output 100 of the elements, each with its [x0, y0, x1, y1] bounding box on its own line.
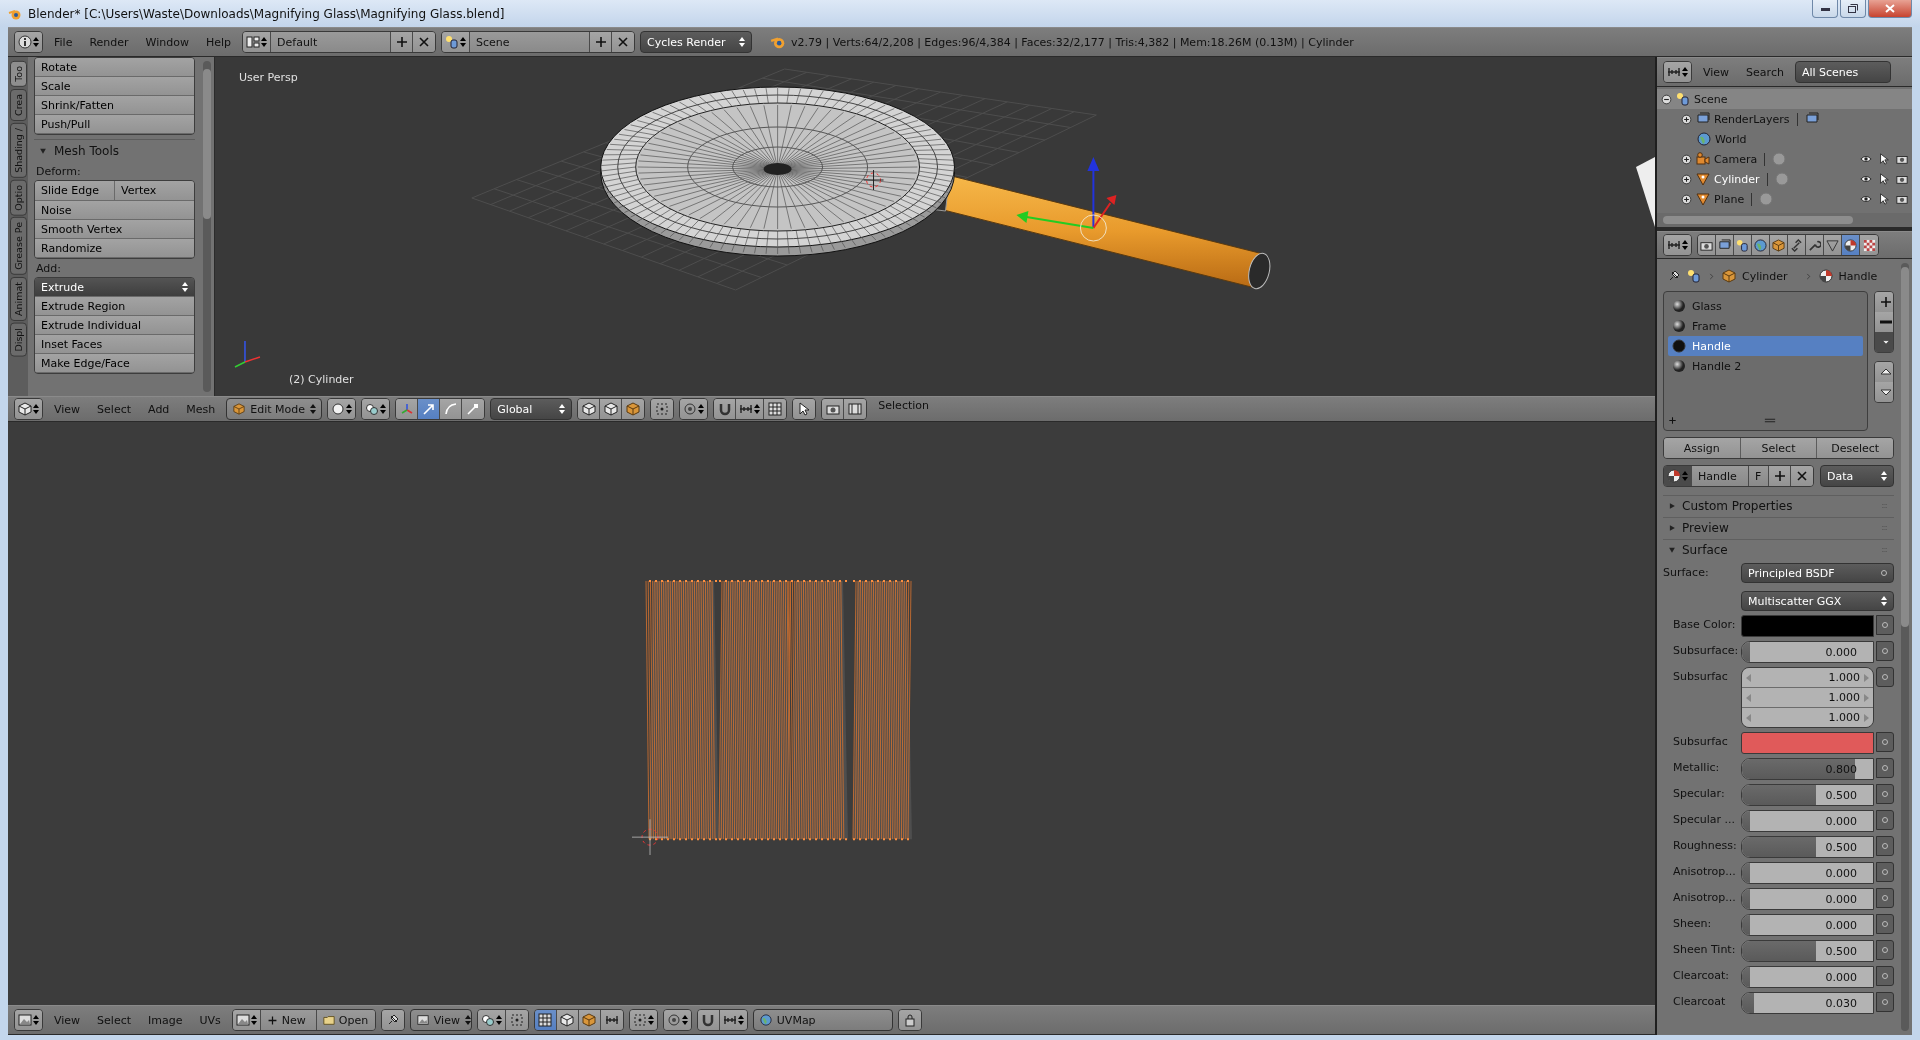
menu-item[interactable]: UVs	[193, 1010, 227, 1030]
tool-button[interactable]: Rotate	[35, 58, 194, 77]
tool-button[interactable]: Extrude Region	[35, 297, 194, 316]
value-slider[interactable]: 0.000	[1741, 641, 1874, 663]
menu-item[interactable]: View	[1697, 62, 1736, 82]
material-slot[interactable]: Frame	[1668, 316, 1863, 336]
outliner-row[interactable]: RenderLayers	[1657, 109, 1912, 129]
value-slider[interactable]: 0.000	[1741, 862, 1874, 884]
tool-button[interactable]: Shrink/Fatten	[35, 96, 194, 115]
panel-header[interactable]: Mesh Tools	[34, 139, 195, 162]
input-label: Subsurfac	[1672, 669, 1729, 685]
number-field[interactable]: 1.000	[1742, 708, 1873, 727]
menu-item[interactable]: Image	[142, 1010, 189, 1030]
input-label: Roughness:	[1672, 838, 1738, 854]
breadcrumb-label: Handle	[1838, 269, 1878, 283]
menu-item[interactable]: Help	[199, 32, 238, 52]
render-engine-dropdown[interactable]: Cycles Render	[640, 31, 753, 53]
value-slider[interactable]: 0.000	[1741, 888, 1874, 910]
value-slider[interactable]: 0.000	[1741, 914, 1874, 936]
panel-header[interactable]: Custom Properties	[1663, 495, 1894, 515]
view-mode-dropdown[interactable]: View	[409, 1009, 472, 1031]
menu-item[interactable]: Select	[91, 1010, 138, 1030]
value-slider[interactable]: 0.000	[1741, 810, 1874, 832]
panel-header[interactable]: Surface	[1663, 539, 1894, 559]
input-label: Clearcoat:	[1672, 968, 1731, 984]
shelf-tab[interactable]: Too	[9, 61, 27, 87]
outliner-row[interactable]: Cylinder	[1657, 169, 1912, 189]
shelf-tab[interactable]: Crea	[9, 88, 27, 121]
tool-button[interactable]: Smooth Vertex	[35, 220, 194, 239]
input-label: Sheen:	[1672, 916, 1713, 932]
scene-statistics: v2.79 | Verts:64/2,208 | Edges:96/4,384 | Faces:32/2,177 | Tris:4,382 | Mem:18.26M (0.13M) | Cylinder	[791, 35, 1354, 49]
menu-item[interactable]: Select	[91, 399, 138, 419]
uv-map-field[interactable]: UVMap	[752, 1009, 893, 1031]
value-slider[interactable]: 0.500	[1741, 836, 1874, 858]
slot-action-button[interactable]: Deselect	[1817, 438, 1893, 458]
mode-dropdown[interactable]: Edit Mode	[226, 398, 323, 420]
outliner-item-name: RenderLayers	[1714, 112, 1790, 126]
menu-item[interactable]: Add	[142, 399, 176, 419]
input-label: Anisotrop...	[1672, 890, 1737, 906]
panel-header[interactable]: Preview	[1663, 517, 1894, 537]
menu-item[interactable]: Window	[139, 32, 195, 52]
input-label: Sheen Tint:	[1672, 942, 1737, 958]
layout-field[interactable]: Default	[271, 32, 392, 52]
shelf-tab[interactable]: Shading /	[9, 122, 27, 178]
tool-button[interactable]: Push/Pull	[35, 115, 194, 134]
shelf-tab[interactable]: Optio	[9, 179, 27, 216]
outliner-item-name: Cylinder	[1714, 172, 1760, 186]
outliner-item-name: Plane	[1714, 192, 1745, 206]
material-slot[interactable]: Handle	[1668, 336, 1863, 356]
menu-item[interactable]: Render	[83, 32, 135, 52]
shelf-tab[interactable]: Grease Pe	[9, 217, 27, 276]
value-slider[interactable]: 0.000	[1741, 966, 1874, 988]
material-name-field[interactable]: Handle	[1692, 466, 1749, 486]
number-field[interactable]: 1.000	[1742, 688, 1873, 708]
tool-button[interactable]: Make Edge/Face	[35, 354, 194, 373]
input-label: Subsurface:	[1672, 643, 1739, 659]
number-field[interactable]: 1.000	[1742, 668, 1873, 688]
extrude-dropdown[interactable]: Extrude	[35, 278, 194, 297]
tool-button[interactable]: Noise	[35, 201, 194, 220]
material-slot[interactable]: Glass	[1668, 296, 1863, 316]
shelf-tab[interactable]: Displ	[9, 323, 27, 357]
value-slider[interactable]: 0.030	[1741, 992, 1874, 1014]
input-label: Subsurfac	[1672, 734, 1729, 750]
outliner-row[interactable]: Plane	[1657, 189, 1912, 209]
3d-viewport[interactable]: User Persp (2) Cylinder	[215, 57, 1655, 396]
tool-button[interactable]: Slide Edge	[35, 181, 115, 200]
tool-button[interactable]: Extrude Individual	[35, 316, 194, 335]
slot-action-button[interactable]: Select	[1740, 438, 1818, 458]
value-slider[interactable]: 0.500	[1741, 784, 1874, 806]
menu-item[interactable]: View	[48, 399, 87, 419]
value-slider[interactable]: 0.500	[1741, 940, 1874, 962]
display-mode-dropdown[interactable]: All Scenes	[1794, 61, 1891, 83]
tool-button[interactable]: Vertex	[115, 181, 194, 200]
selection-label: Selection	[877, 399, 930, 414]
tool-button[interactable]: Inset Faces	[35, 335, 194, 354]
outliner-row[interactable]: World	[1657, 129, 1912, 149]
input-label: Clearcoat	[1672, 994, 1727, 1010]
open-image-button[interactable]: Open	[316, 1010, 375, 1030]
outliner-row[interactable]: Scene	[1657, 89, 1912, 109]
fake-user-button[interactable]: F	[1749, 466, 1769, 486]
shader-dropdown[interactable]: Principled BSDF	[1741, 563, 1894, 583]
window-title: Blender* [C:\Users\Waste\Downloads\Magnifying Glass\Magnifying Glass.blend]	[28, 6, 505, 21]
tool-button[interactable]: Scale	[35, 77, 194, 96]
slot-action-button[interactable]: Assign	[1664, 438, 1741, 458]
menu-item[interactable]: Search	[1740, 62, 1790, 82]
shelf-tab[interactable]: Animat	[9, 277, 27, 322]
outliner-row[interactable]: Camera	[1657, 149, 1912, 169]
material-slot[interactable]: Handle 2	[1668, 356, 1863, 376]
orientation-dropdown[interactable]: Global	[490, 398, 573, 420]
link-dropdown[interactable]: Data	[1820, 465, 1894, 487]
view-name: User Persp	[239, 71, 298, 84]
menu-item[interactable]: View	[48, 1010, 87, 1030]
new-image-button[interactable]: New	[260, 1010, 317, 1030]
breadcrumb-label: Cylinder	[1742, 269, 1788, 283]
distribution-dropdown[interactable]: Multiscatter GGX	[1741, 591, 1894, 611]
menu-item[interactable]: File	[48, 32, 79, 52]
input-label: Specular:	[1672, 786, 1726, 802]
scene-field[interactable]: Scene	[470, 32, 591, 52]
tool-button[interactable]: Randomize	[35, 239, 194, 258]
menu-item[interactable]: Mesh	[180, 399, 222, 419]
